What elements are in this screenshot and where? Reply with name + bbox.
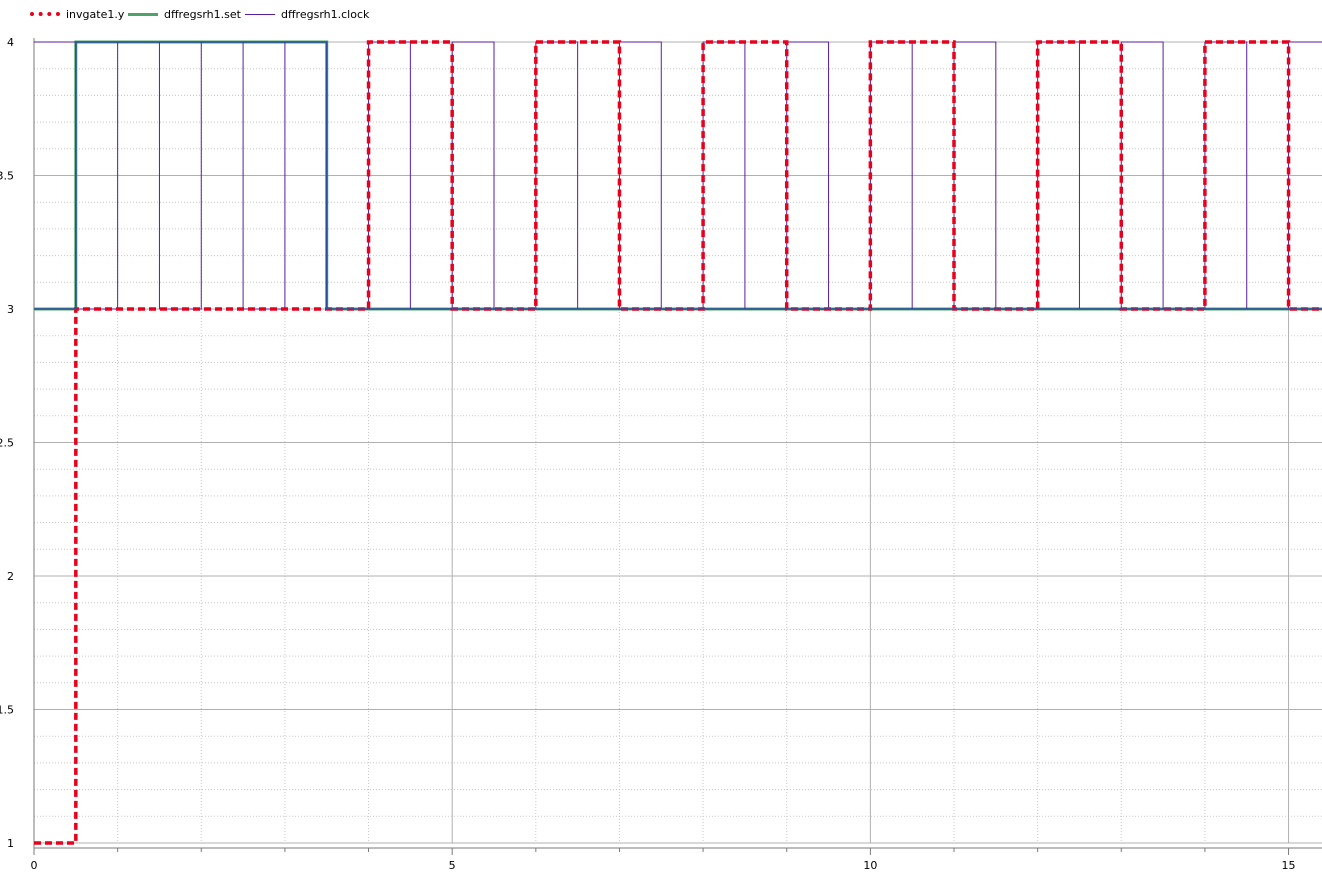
y-tick-label: 2 — [7, 570, 14, 583]
y-tick-label: 1 — [7, 837, 14, 850]
x-tick-label: 15 — [1282, 859, 1296, 872]
y-tick-label: 3.5 — [0, 170, 14, 183]
axes — [33, 38, 1322, 855]
x-tick-label: 5 — [449, 859, 456, 872]
y-tick-label: 1.5 — [0, 704, 14, 717]
y-tick-label: 4 — [7, 36, 14, 49]
major-grid — [34, 41, 1322, 844]
tick-labels: 1 1.5 2 2.5 3 3.5 4 0 5 10 15 — [0, 36, 1296, 872]
y-tick-label: 2.5 — [0, 437, 14, 450]
y-tick-label: 3 — [7, 303, 14, 316]
plot-area[interactable]: 1 1.5 2 2.5 3 3.5 4 0 5 10 15 — [0, 0, 1322, 878]
x-tick-label: 0 — [31, 859, 38, 872]
x-tick-label: 10 — [863, 859, 877, 872]
